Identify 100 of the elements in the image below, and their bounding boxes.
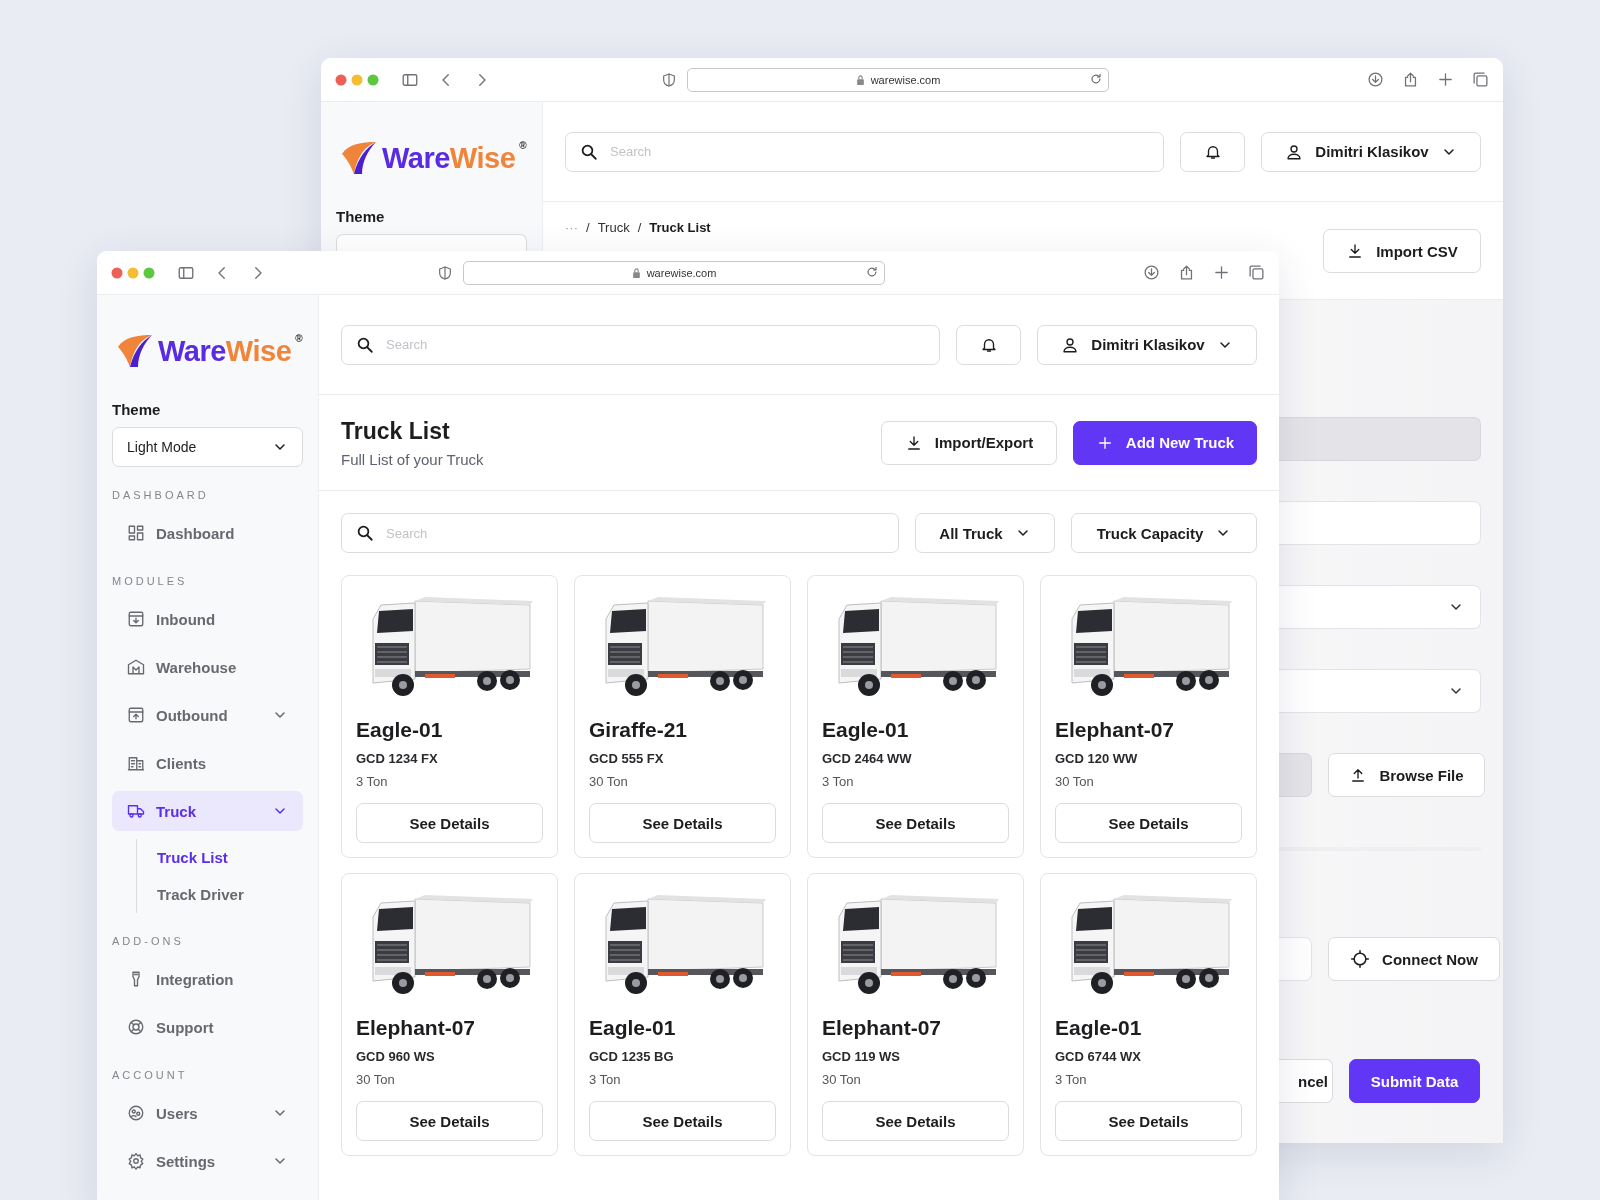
reload-icon[interactable] (1090, 72, 1102, 85)
plate-number: GCD 1234 FX (356, 751, 439, 766)
sidebar-item[interactable]: Warehouse (112, 647, 303, 687)
plate-number: GCD 6744 WX (1055, 1049, 1142, 1064)
outbox-icon (127, 706, 145, 724)
sidebar-item[interactable]: Dashboard (112, 513, 303, 553)
notification-button[interactable] (956, 324, 1021, 365)
search-icon (356, 335, 374, 354)
select-field[interactable] (1279, 669, 1481, 713)
share-icon[interactable] (1402, 71, 1419, 88)
section-heading: ACCOUNT (112, 1069, 189, 1081)
input-field[interactable] (1279, 937, 1312, 981)
truck-capacity: 30 Ton (1055, 774, 1095, 789)
reload-icon[interactable] (866, 265, 878, 278)
truck-capacity: 3 Ton (822, 774, 855, 789)
breadcrumb-separator: / (637, 220, 642, 235)
file-input-field[interactable] (1279, 753, 1312, 797)
search-icon (580, 142, 598, 161)
plate-number: GCD 120 WW (1055, 751, 1139, 766)
warehouse-icon (127, 658, 145, 676)
user-icon (1061, 335, 1080, 354)
select-field[interactable] (1279, 585, 1481, 629)
sidebar-item[interactable]: Inbound (112, 599, 303, 639)
logo-icon (340, 140, 378, 176)
address-bar[interactable]: warewise.com (463, 260, 885, 285)
user-menu-button[interactable]: Dimitri Klasikov (1261, 131, 1481, 172)
see-details-button[interactable]: See Details (356, 803, 543, 843)
add-new-truck-button[interactable]: Add New Truck (1073, 420, 1257, 465)
truck-name: Giraffe-21 (589, 718, 689, 742)
notification-button[interactable] (1180, 131, 1245, 172)
truck-name: Eagle-01 (589, 1016, 677, 1040)
truck-name: Elephant-07 (822, 1016, 943, 1040)
sidebar-item[interactable]: Clients (112, 743, 303, 783)
tabs-icon[interactable] (1472, 71, 1489, 88)
sidebar-item[interactable]: Integration (112, 959, 303, 999)
cancel-button[interactable]: ncel (1279, 1059, 1333, 1103)
see-details-button[interactable]: See Details (589, 803, 776, 843)
download-icon[interactable] (1367, 71, 1384, 88)
sidebar-item[interactable]: Users (112, 1093, 303, 1133)
filter-dropdown[interactable]: All Truck (915, 513, 1055, 553)
lock-icon (855, 74, 865, 85)
dashboard-icon (127, 524, 145, 542)
user-menu-button[interactable]: Dimitri Klasikov (1037, 324, 1257, 365)
see-details-button[interactable]: See Details (822, 1101, 1009, 1141)
plate-number: GCD 555 FX (589, 751, 665, 766)
plus-icon[interactable] (1437, 71, 1454, 88)
shield-icon (661, 71, 677, 88)
browse-file-button[interactable]: Browse File (1328, 753, 1485, 797)
sidebar-item[interactable]: Truck (112, 791, 303, 831)
submenu-item[interactable]: Truck List (157, 839, 303, 876)
connect-now-button[interactable]: Connect Now (1328, 937, 1500, 981)
page-title: Truck List (341, 417, 451, 445)
theme-select[interactable]: Light Mode (112, 427, 303, 467)
sidebar-item[interactable]: Support (112, 1007, 303, 1047)
see-details-button[interactable]: See Details (1055, 1101, 1242, 1141)
plate-number: GCD 119 WS (822, 1049, 902, 1064)
filter-dropdown[interactable]: Truck Capacity (1071, 513, 1257, 553)
truck-capacity: 30 Ton (822, 1072, 862, 1087)
crosshair-icon (1350, 949, 1371, 969)
section-heading: MODULES (112, 575, 189, 587)
truck-icon (127, 802, 145, 820)
inbox-icon (127, 610, 145, 628)
breadcrumb-separator: / (586, 220, 590, 235)
see-details-button[interactable]: See Details (589, 1101, 776, 1141)
import-export-button[interactable]: Import/Export (881, 420, 1057, 465)
breadcrumb-item[interactable]: Truck (597, 220, 630, 235)
registered-mark: ® (295, 333, 303, 344)
sidebar-item[interactable]: Settings (112, 1141, 303, 1181)
download-icon[interactable] (1143, 264, 1160, 281)
address-bar[interactable]: warewise.com (687, 67, 1109, 92)
truck-capacity: 3 Ton (589, 1072, 622, 1087)
truck-name: Eagle-01 (356, 718, 444, 742)
see-details-button[interactable]: See Details (356, 1101, 543, 1141)
submit-data-button[interactable]: Submit Data (1349, 1059, 1480, 1103)
truck-name: Elephant-07 (356, 1016, 477, 1040)
breadcrumb-item: Truck List (649, 220, 711, 235)
truck-capacity: 30 Ton (589, 774, 629, 789)
truck-capacity: 3 Ton (1055, 1072, 1088, 1087)
tabs-icon[interactable] (1248, 264, 1265, 281)
see-details-button[interactable]: See Details (1055, 803, 1242, 843)
input-field[interactable] (1279, 501, 1481, 545)
truck-name: Eagle-01 (1055, 1016, 1143, 1040)
sidebar-item[interactable]: Outbound (112, 695, 303, 735)
truck-capacity: 30 Ton (356, 1072, 396, 1087)
logo-icon (116, 333, 154, 369)
logo-text: WareWise (158, 335, 292, 368)
lock-icon (631, 267, 641, 278)
lifebuoy-icon (127, 1018, 145, 1036)
shield-icon (437, 264, 453, 281)
import-csv-button[interactable]: Import CSV (1323, 229, 1481, 273)
share-icon[interactable] (1178, 264, 1195, 281)
registered-mark: ® (519, 140, 527, 151)
plus-icon[interactable] (1213, 264, 1230, 281)
theme-label: Theme (336, 208, 386, 225)
truck-capacity: 3 Ton (356, 774, 389, 789)
settings-icon (127, 1152, 145, 1170)
see-details-button[interactable]: See Details (822, 803, 1009, 843)
theme-label: Theme (112, 401, 162, 418)
submenu-item[interactable]: Track Driver (157, 876, 303, 913)
truck-name: Eagle-01 (822, 718, 910, 742)
